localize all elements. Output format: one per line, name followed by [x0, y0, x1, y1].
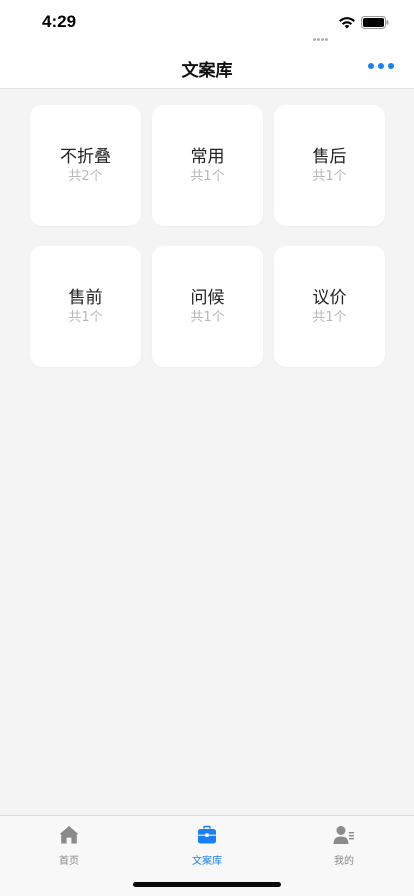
briefcase-icon: [198, 825, 216, 844]
card-count: 共2个: [68, 168, 103, 184]
status-time: 4:29: [42, 12, 77, 31]
user-profile-icon: [333, 826, 354, 844]
card-count: 共1个: [312, 168, 347, 184]
tab-label: 我的: [334, 856, 354, 867]
battery-icon: [361, 16, 389, 29]
category-card[interactable]: 售后 共1个: [274, 105, 385, 226]
card-count: 共1个: [190, 309, 225, 325]
card-title: 常用: [190, 146, 225, 167]
category-grid: 不折叠 共2个 常用 共1个 售后 共1个 售前 共1个 问候 共1个 议价 共…: [30, 105, 385, 367]
card-title: 售前: [68, 287, 103, 308]
cellular-signal-icon: [313, 26, 333, 41]
card-count: 共1个: [312, 309, 347, 325]
wifi-icon: [339, 17, 355, 29]
tab-label: 首页: [59, 856, 79, 867]
card-count: 共1个: [190, 168, 225, 184]
app-screen: 4:29 文案库 不折叠 共2个 常用 共1个 售后 共1个 售前 共1个 问候…: [0, 0, 414, 896]
category-card[interactable]: 售前 共1个: [30, 246, 141, 367]
card-title: 议价: [312, 287, 347, 308]
category-card[interactable]: 常用 共1个: [152, 105, 263, 226]
category-card[interactable]: 问候 共1个: [152, 246, 263, 367]
status-bar: 4:29: [0, 0, 414, 44]
card-title: 售后: [312, 146, 347, 167]
card-title: 问候: [190, 287, 225, 308]
card-title: 不折叠: [60, 146, 111, 167]
home-indicator: [133, 882, 281, 887]
tab-label: 文案库: [192, 856, 222, 867]
more-dot-icon: [388, 63, 394, 69]
navigation-bar: 文案库: [0, 44, 414, 89]
category-card[interactable]: 不折叠 共2个: [30, 105, 141, 226]
more-dot-icon: [378, 63, 384, 69]
card-count: 共1个: [68, 309, 103, 325]
home-icon: [59, 826, 79, 844]
more-options-button[interactable]: [368, 58, 394, 74]
tab-profile[interactable]: 我的: [294, 824, 394, 874]
category-card[interactable]: 议价 共1个: [274, 246, 385, 367]
more-dot-icon: [368, 63, 374, 69]
tab-library[interactable]: 文案库: [157, 824, 257, 874]
page-title: 文案库: [181, 61, 233, 81]
tab-home[interactable]: 首页: [19, 824, 119, 874]
